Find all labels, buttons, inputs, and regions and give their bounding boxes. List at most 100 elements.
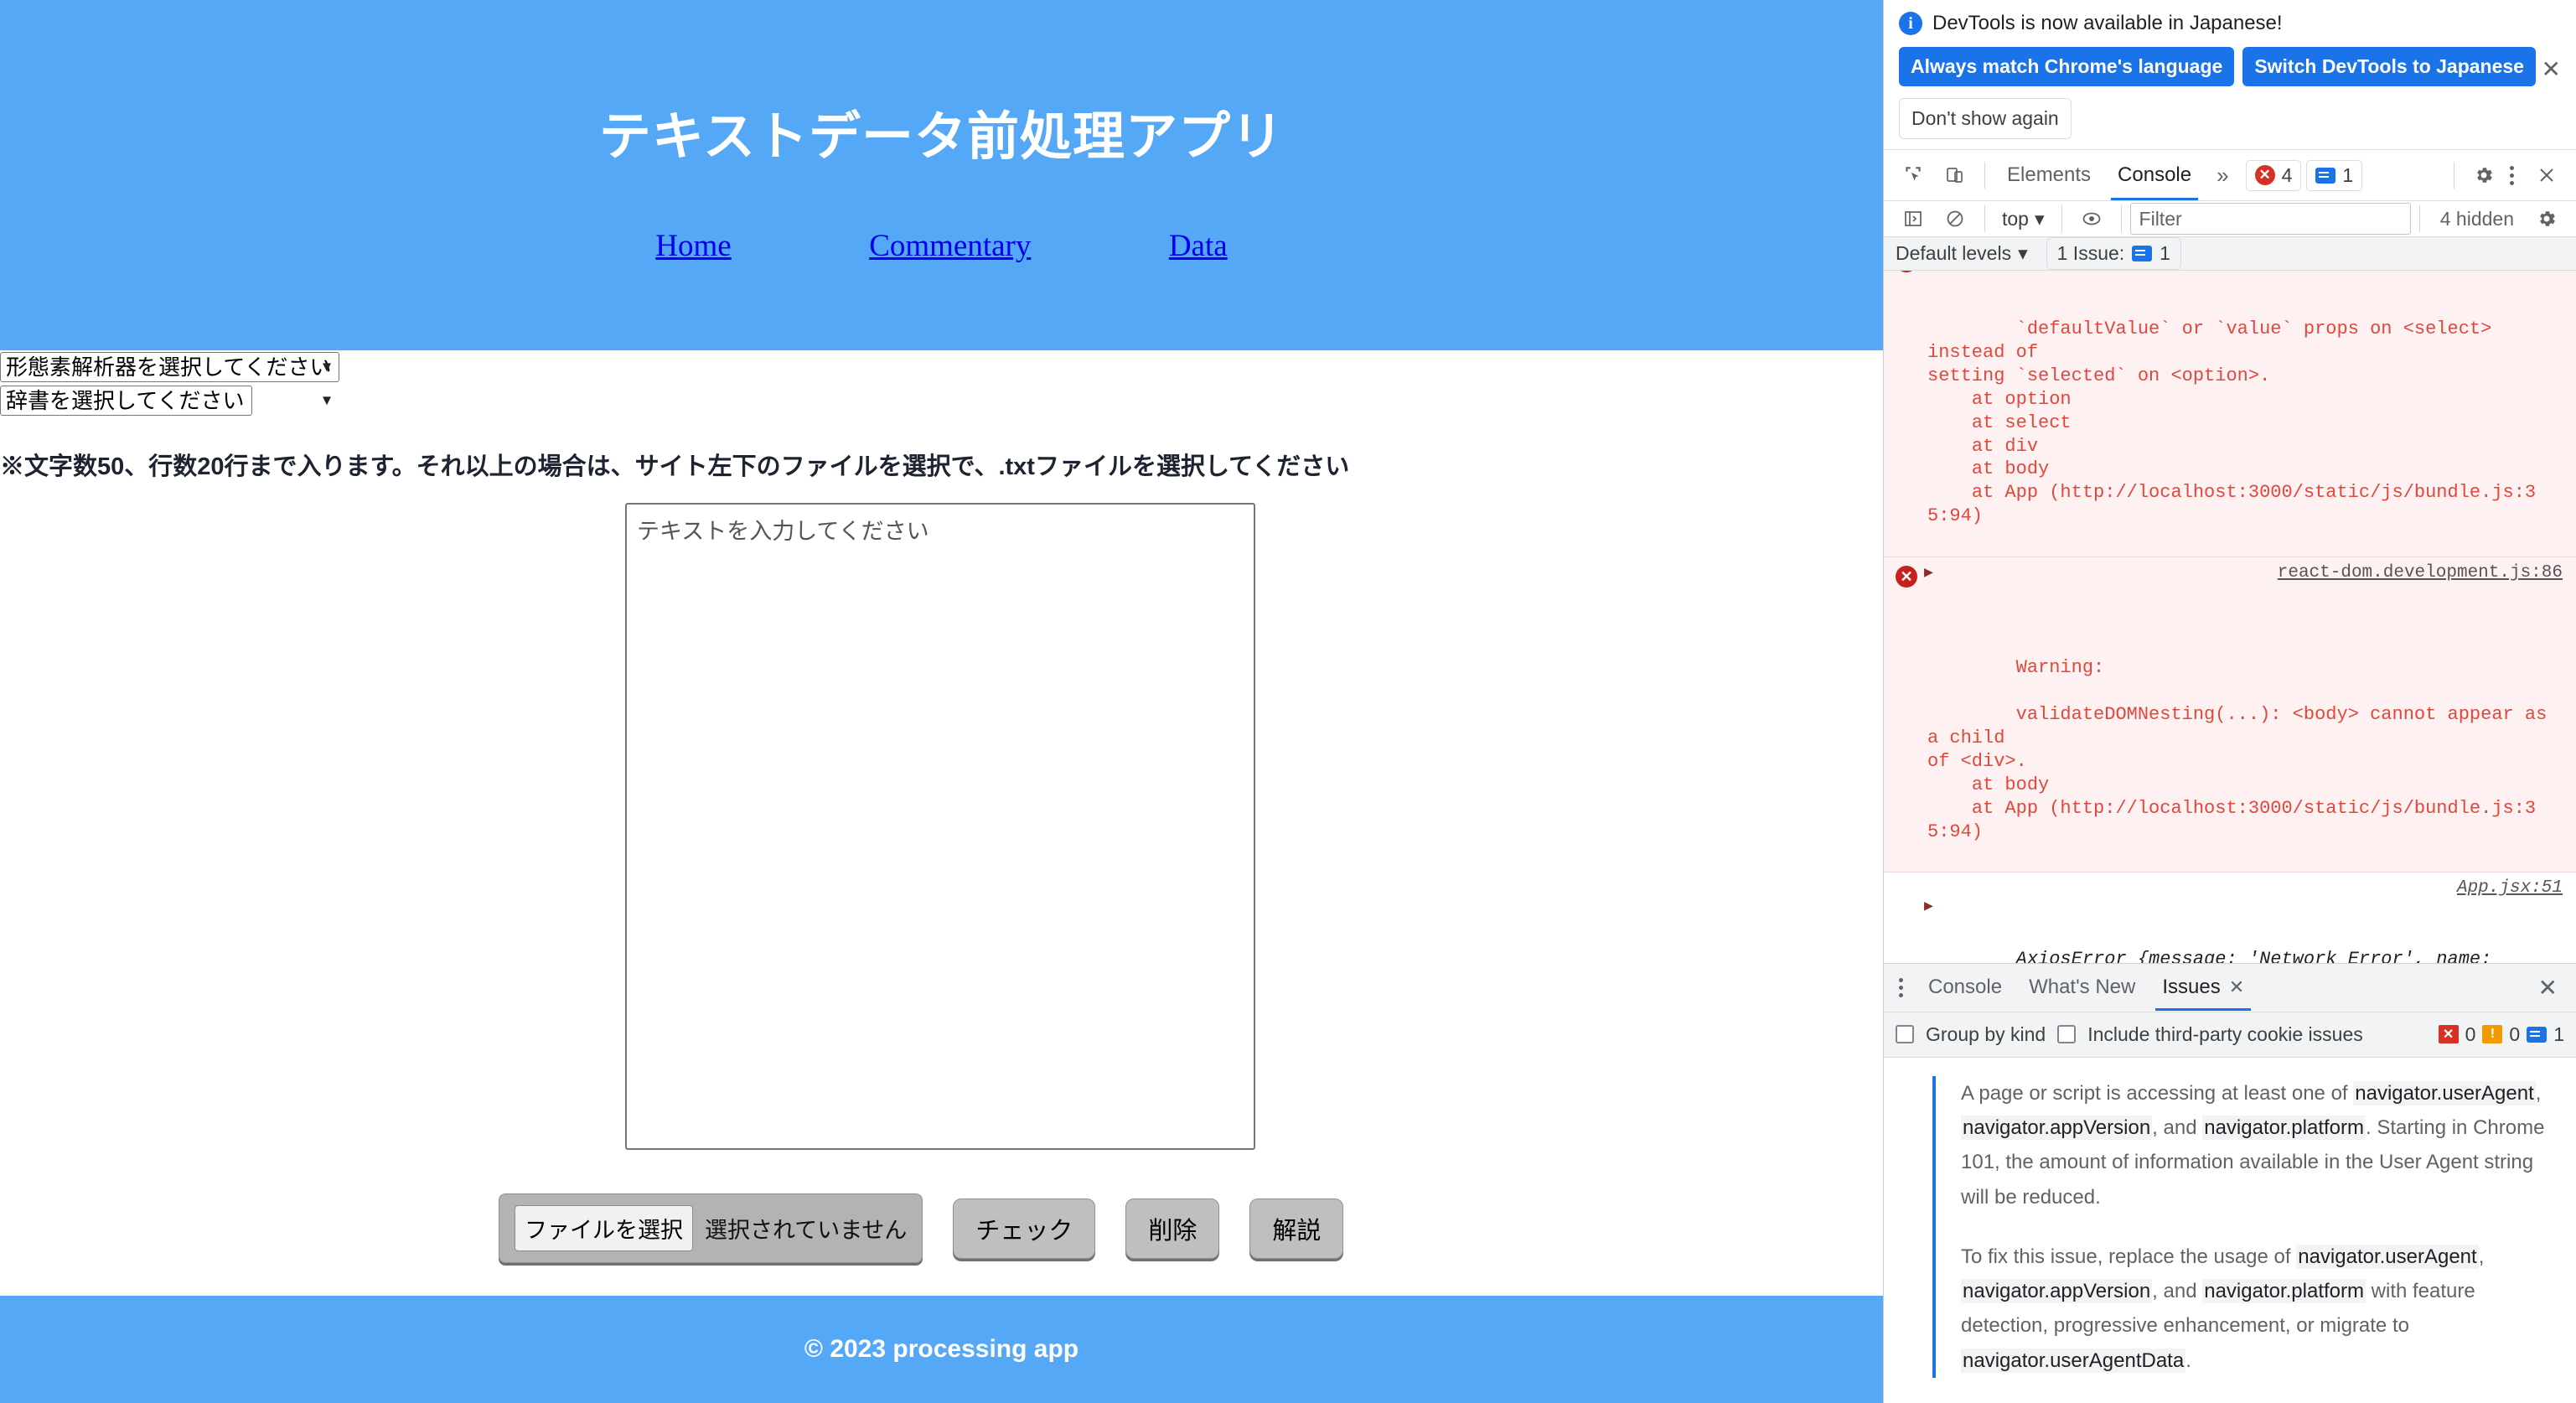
devtools-drawer: Console What's New Issues ✕ ✕ Group by k…	[1884, 962, 2576, 1403]
web-page: テキストデータ前処理アプリ Home Commentary Data 形態素解析…	[0, 0, 1883, 1403]
usage-note: ※文字数50、行数20行まで入ります。それ以上の場合は、サイト左下のファイルを選…	[0, 453, 1350, 480]
text-input-area	[625, 503, 1255, 1154]
drawer-tab-issues-label: Issues	[2162, 976, 2221, 999]
p2-code-4: navigator.userAgentData	[1961, 1348, 2186, 1373]
console-message[interactable]: ✕ react-dom.development.js:86 `defaultVa…	[1884, 271, 2576, 558]
dictionary-select-wrap: 辞書を選択してください	[0, 386, 339, 416]
page-title: テキストデータ前処理アプリ	[598, 108, 1285, 166]
close-drawer-icon[interactable]: ✕	[2538, 974, 2566, 1002]
hidden-messages-label: 4 hidden	[2439, 207, 2514, 230]
selector-group: 形態素解析器を選択してください 辞書を選択してください	[0, 352, 339, 419]
devtools-tabbar: Elements Console » ✕ 4 1	[1884, 150, 2576, 201]
p1-code-1: navigator.userAgent	[2353, 1080, 2536, 1105]
log-level-label: Default levels	[1896, 242, 2012, 264]
divider	[2418, 205, 2420, 232]
console-filterbar: top ▾ 4 hidden	[1884, 201, 2576, 237]
page-footer: © 2023 processing app	[0, 1296, 1883, 1403]
message-count-badge[interactable]: 1	[2306, 159, 2363, 191]
drawer-tab-console[interactable]: Console	[1915, 964, 2015, 1011]
info-icon: i	[1899, 12, 1922, 35]
message-icon	[2315, 167, 2336, 184]
close-icon[interactable]: ✕	[2542, 55, 2561, 83]
issue-error-icon: ✕	[2438, 1025, 2459, 1044]
third-party-cookies-label: Include third-party cookie issues	[2087, 1022, 2363, 1045]
expand-triangle-icon[interactable]: ▶	[1924, 564, 1933, 583]
delete-button[interactable]: 削除	[1125, 1198, 1220, 1259]
switch-to-japanese-button[interactable]: Switch DevTools to Japanese	[2242, 47, 2536, 86]
clear-console-icon[interactable]	[1937, 201, 1973, 236]
console-settings-gear-icon[interactable]	[2529, 201, 2564, 236]
divider	[2061, 205, 2062, 232]
issues-filterbar: Group by kind Include third-party cookie…	[1884, 1012, 2576, 1058]
file-picker[interactable]: ファイルを選択 選択されていません	[499, 1193, 923, 1263]
p1-code-3: navigator.platform	[2202, 1116, 2366, 1141]
inspect-element-icon[interactable]	[1896, 158, 1931, 193]
live-expression-icon[interactable]	[2074, 201, 2109, 236]
execution-context-selector[interactable]: top ▾	[1994, 208, 2053, 230]
device-toolbar-icon[interactable]	[1937, 158, 1973, 193]
divider	[1984, 205, 1985, 232]
dont-show-again-button[interactable]: Don't show again	[1899, 98, 2072, 139]
more-options-icon[interactable]	[2505, 165, 2526, 185]
drawer-more-options-icon[interactable]	[1894, 977, 1915, 997]
message-head: Warning:	[2015, 656, 2105, 678]
log-level-selector[interactable]: Default levels ▾	[1896, 242, 2028, 265]
p2-code-2: navigator.appVersion	[1961, 1279, 2153, 1304]
nav-link-home[interactable]: Home	[655, 229, 731, 263]
drawer-tab-whats-new[interactable]: What's New	[2015, 964, 2149, 1011]
message-icon	[2132, 246, 2153, 261]
group-by-kind-label: Group by kind	[1926, 1022, 2046, 1045]
issue-info-count: 1	[2553, 1022, 2564, 1045]
chevron-down-icon: ▾	[2018, 242, 2028, 264]
check-button[interactable]: チェック	[953, 1198, 1096, 1259]
message-text: validateDOMNesting(...): <body> cannot a…	[1927, 703, 2548, 842]
context-label: top	[2002, 207, 2029, 230]
tab-console[interactable]: Console	[2104, 150, 2205, 200]
issues-chip[interactable]: 1 Issue: 1	[2046, 237, 2181, 270]
expand-triangle-icon[interactable]: ▶	[1924, 898, 1933, 917]
close-devtools-icon[interactable]	[2529, 158, 2564, 193]
action-button-row: ファイルを選択 選択されていません チェック 削除 解説	[499, 1193, 1344, 1263]
analyzer-select-wrap: 形態素解析器を選択してください	[0, 352, 339, 382]
error-count-badge[interactable]: ✕ 4	[2245, 159, 2302, 191]
source-link[interactable]: App.jsx:51	[2457, 878, 2563, 900]
console-filter-input[interactable]	[2129, 203, 2411, 235]
console-output[interactable]: ✕ react-dom.development.js:86 `defaultVa…	[1884, 271, 2576, 963]
drawer-tab-issues[interactable]: Issues ✕	[2149, 964, 2258, 1012]
drawer-tabbar: Console What's New Issues ✕ ✕	[1884, 963, 2576, 1012]
group-by-kind-checkbox[interactable]	[1896, 1025, 1914, 1044]
issue-counts: ✕ 0 ! 0 1	[2438, 1022, 2564, 1046]
text-input[interactable]	[625, 503, 1255, 1150]
p1-pre: A page or script is accessing at least o…	[1961, 1081, 2354, 1105]
analyzer-select[interactable]: 形態素解析器を選択してください	[0, 352, 339, 382]
console-message[interactable]: ✕ ▶ react-dom.development.js:86 Warning:…	[1884, 557, 2576, 873]
explain-button[interactable]: 解説	[1249, 1198, 1344, 1259]
error-count: 4	[2281, 163, 2293, 186]
issue-warning-count: 0	[2509, 1022, 2521, 1045]
console-sidebar-icon[interactable]	[1896, 201, 1931, 236]
chevron-down-icon: ▾	[2034, 207, 2045, 230]
nav-link-commentary[interactable]: Commentary	[869, 229, 1031, 263]
dictionary-select[interactable]: 辞書を選択してください	[0, 386, 252, 416]
file-select-button[interactable]: ファイルを選択	[515, 1205, 693, 1251]
main-nav: Home Commentary Data	[0, 228, 1883, 264]
issues-label: 1 Issue:	[2056, 242, 2125, 264]
tab-elements[interactable]: Elements	[1994, 150, 2104, 200]
issue-paragraph-2: To fix this issue, replace the usage of …	[1961, 1240, 2554, 1378]
console-levelbar: Default levels ▾ 1 Issue: 1	[1884, 237, 2576, 271]
p2-post: .	[2185, 1349, 2191, 1372]
devtools-language-banner: i DevTools is now available in Japanese!…	[1884, 0, 2576, 150]
close-tab-icon[interactable]: ✕	[2229, 976, 2244, 998]
nav-link-data[interactable]: Data	[1169, 229, 1228, 263]
more-tabs-icon[interactable]: »	[2205, 163, 2240, 189]
always-match-language-button[interactable]: Always match Chrome's language	[1899, 47, 2235, 86]
gear-icon[interactable]	[2466, 158, 2501, 193]
p2-mid-1: ,	[2478, 1245, 2485, 1268]
console-message[interactable]: ▶ App.jsx:51 AxiosError {message: 'Netwo…	[1884, 872, 2576, 963]
third-party-cookies-checkbox[interactable]	[2057, 1025, 2077, 1044]
source-link[interactable]: react-dom.development.js:86	[2278, 562, 2563, 585]
screen: テキストデータ前処理アプリ Home Commentary Data 形態素解析…	[0, 0, 2576, 1403]
p1-mid-1: ,	[2535, 1081, 2542, 1105]
message-text: `defaultValue` or `value` props on <sele…	[1927, 318, 2537, 527]
issues-content: A page or script is accessing at least o…	[1884, 1058, 2576, 1403]
